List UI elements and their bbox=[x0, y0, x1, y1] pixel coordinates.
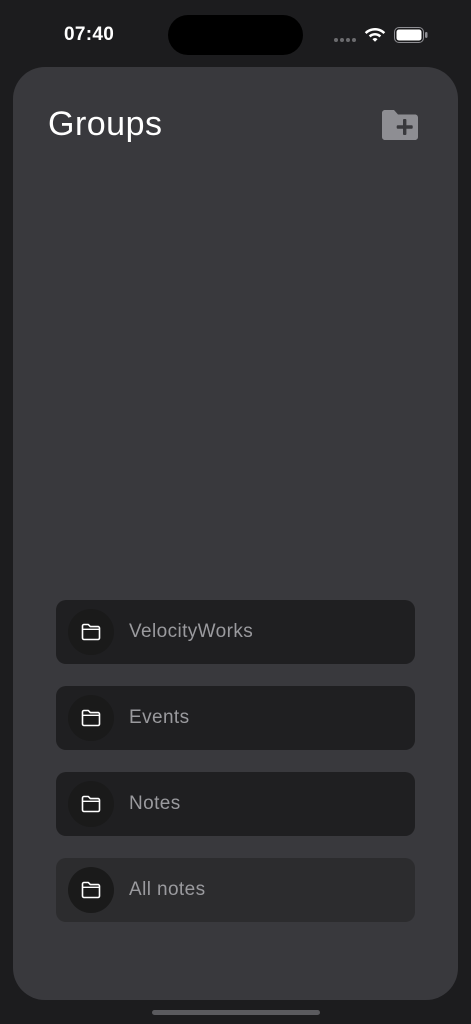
page-title: Groups bbox=[48, 105, 163, 143]
status-bar: 07:40 bbox=[0, 0, 471, 66]
cellular-signal-icon bbox=[334, 38, 356, 42]
group-icon-badge bbox=[68, 609, 114, 655]
group-item-notes[interactable]: Notes bbox=[56, 772, 415, 836]
group-label: All notes bbox=[129, 879, 206, 900]
group-list: VelocityWorks Events Notes All notes bbox=[56, 600, 415, 944]
group-label: VelocityWorks bbox=[129, 621, 254, 642]
home-indicator[interactable] bbox=[152, 1010, 320, 1015]
group-item-velocityworks[interactable]: VelocityWorks bbox=[56, 600, 415, 664]
folder-icon bbox=[81, 709, 101, 727]
groups-sheet: Groups VelocityWorks Events Notes All no… bbox=[13, 67, 458, 1000]
group-label: Notes bbox=[129, 793, 181, 814]
group-icon-badge bbox=[68, 867, 114, 913]
folder-icon bbox=[81, 881, 101, 899]
dynamic-island bbox=[168, 15, 303, 55]
folder-icon bbox=[81, 623, 101, 641]
battery-icon bbox=[394, 27, 428, 43]
wifi-icon bbox=[364, 28, 386, 42]
group-item-events[interactable]: Events bbox=[56, 686, 415, 750]
group-icon-badge bbox=[68, 781, 114, 827]
group-icon-badge bbox=[68, 695, 114, 741]
status-time: 07:40 bbox=[64, 24, 115, 45]
new-group-button[interactable] bbox=[379, 107, 421, 143]
group-label: Events bbox=[129, 707, 190, 728]
group-item-all-notes[interactable]: All notes bbox=[56, 858, 415, 922]
folder-plus-icon bbox=[382, 110, 418, 140]
folder-icon bbox=[81, 795, 101, 813]
